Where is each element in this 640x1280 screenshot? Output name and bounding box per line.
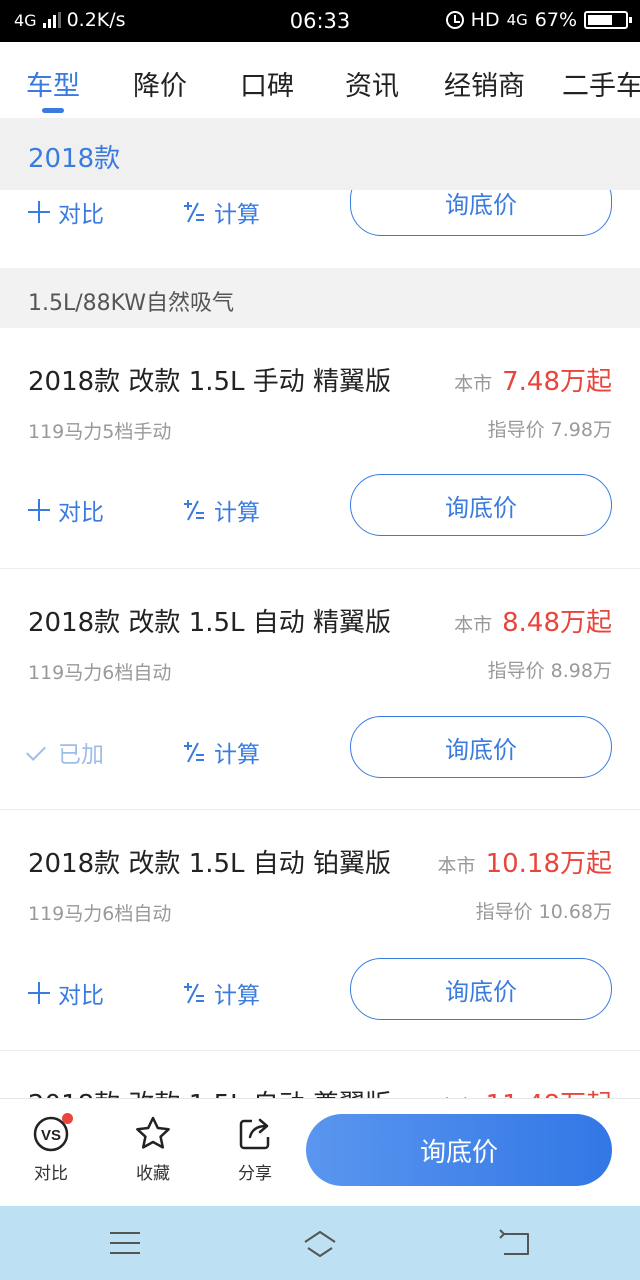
car-name: 2018款 改款 1.5L 自动 精翼版 (28, 608, 392, 638)
share-button[interactable]: 分享 (223, 1115, 287, 1184)
car-spec: 119马力5档手动 (28, 421, 172, 443)
inquire-price-button[interactable]: 询底价 (350, 958, 612, 1020)
calculator-icon (184, 500, 204, 521)
battery-percent: 67% (534, 9, 577, 31)
compare-label: 已加 (58, 742, 104, 768)
status-bar: 4G 0.2K/s 06:33 HD 4G 67% (0, 0, 640, 42)
back-icon[interactable] (496, 1228, 532, 1258)
compare-tab-label: 对比 (34, 1164, 68, 1184)
local-price: 本市 7.48万起 (454, 361, 612, 398)
tab-news[interactable]: 资讯 (345, 64, 399, 103)
compare-button[interactable]: 对比 (28, 195, 104, 229)
compare-added-button[interactable]: 已加 (28, 735, 104, 769)
calculate-button[interactable]: 计算 (182, 976, 260, 1010)
plus-icon (28, 201, 50, 223)
system-nav-bar (0, 1206, 640, 1280)
inquire-price-button[interactable]: 询底价 (350, 474, 612, 536)
car-name: 2018款 改款 1.5L 自动 铂翼版 (28, 849, 392, 879)
section-year-label: 2018款 (28, 144, 121, 174)
compare-button[interactable]: 对比 (28, 976, 104, 1010)
network-type-right: 4G (506, 11, 528, 29)
check-icon (28, 741, 50, 763)
car-name: 2018款 改款 1.5L 自动 尊翼版 (28, 1084, 391, 1098)
car-card[interactable]: 2018款 改款 1.5L 自动 铂翼版 本市 10.18万起 119马力6档自动… (0, 810, 640, 1051)
calculate-label: 计算 (214, 742, 260, 768)
tab-reviews[interactable]: 口碑 (240, 64, 294, 103)
bottom-action-bar: VS 对比 收藏 分享 询底价 (0, 1098, 640, 1206)
home-icon[interactable] (302, 1228, 338, 1258)
partial-card: 对比 计算 询底价 (0, 168, 640, 268)
vs-icon: VS (32, 1113, 73, 1153)
price-prefix: 本市 (454, 373, 493, 395)
section-header-year: 2018款 (0, 118, 640, 190)
hd-indicator: HD (470, 9, 500, 31)
calculator-icon (184, 983, 204, 1004)
calculate-button[interactable]: 计算 (182, 493, 260, 527)
local-price: 本市11.48万起 (438, 1084, 612, 1098)
share-label: 分享 (238, 1164, 272, 1184)
compare-label: 对比 (58, 500, 104, 526)
share-icon (236, 1115, 274, 1153)
car-card[interactable]: 2018款 改款 1.5L 自动 尊翼版 本市11.48万起 (0, 1051, 640, 1098)
menu-icon[interactable] (107, 1228, 143, 1258)
price-value: 11.48万起 (486, 1090, 612, 1098)
primary-inquire-button[interactable]: 询底价 (306, 1114, 612, 1186)
battery-icon (584, 11, 632, 29)
guide-price: 指导价 8.98万 (487, 660, 612, 682)
calculate-label: 计算 (214, 983, 260, 1009)
guide-price: 指导价 7.98万 (487, 419, 612, 441)
price-value: 10.18万起 (485, 849, 612, 879)
guide-price: 指导价 10.68万 (475, 901, 612, 923)
section-engine-label: 1.5L/88KW自然吸气 (28, 291, 235, 316)
favorite-label: 收藏 (136, 1164, 170, 1184)
calculate-button[interactable]: 计算 (182, 195, 260, 229)
star-icon (134, 1115, 172, 1153)
plus-icon (28, 982, 50, 1004)
local-price: 本市 8.48万起 (454, 602, 612, 639)
section-header-engine: 1.5L/88KW自然吸气 (0, 268, 640, 328)
compare-label: 对比 (58, 202, 104, 228)
car-card[interactable]: 2018款 改款 1.5L 自动 精翼版 本市 8.48万起 119马力6档自动 … (0, 569, 640, 810)
local-price: 本市 10.18万起 (438, 843, 612, 880)
compare-label: 对比 (58, 983, 104, 1009)
plus-icon (28, 499, 50, 521)
price-value: 8.48万起 (502, 608, 612, 638)
notification-dot (62, 1113, 73, 1124)
svg-text:VS: VS (41, 1127, 61, 1144)
calculator-icon (184, 742, 204, 763)
alarm-icon (445, 11, 464, 29)
calculate-label: 计算 (214, 500, 260, 526)
calculate-button[interactable]: 计算 (182, 735, 260, 769)
compare-button[interactable]: 对比 (28, 493, 104, 527)
tab-bar: 车型 降价 口碑 资讯 经销商 二手车 (0, 42, 640, 118)
price-value: 7.48万起 (502, 367, 612, 397)
car-spec: 119马力6档自动 (28, 662, 172, 684)
compare-tab-button[interactable]: VS 对比 (19, 1113, 83, 1184)
active-tab-indicator (42, 108, 64, 113)
tab-models[interactable]: 车型 (26, 64, 80, 103)
price-prefix: 本市 (454, 614, 493, 636)
tab-dealers[interactable]: 经销商 (444, 64, 525, 103)
price-prefix: 本市 (437, 855, 476, 877)
car-name: 2018款 改款 1.5L 手动 精翼版 (28, 367, 392, 397)
car-spec: 119马力6档自动 (28, 903, 172, 925)
favorite-button[interactable]: 收藏 (121, 1115, 185, 1184)
tab-used-cars[interactable]: 二手车 (562, 64, 640, 103)
tab-price-cut[interactable]: 降价 (133, 64, 187, 103)
inquire-price-button[interactable]: 询底价 (350, 716, 612, 778)
car-card[interactable]: 2018款 改款 1.5L 手动 精翼版 本市 7.48万起 119马力5档手动 … (0, 328, 640, 569)
calculate-label: 计算 (214, 202, 260, 228)
calculator-icon (184, 202, 204, 223)
